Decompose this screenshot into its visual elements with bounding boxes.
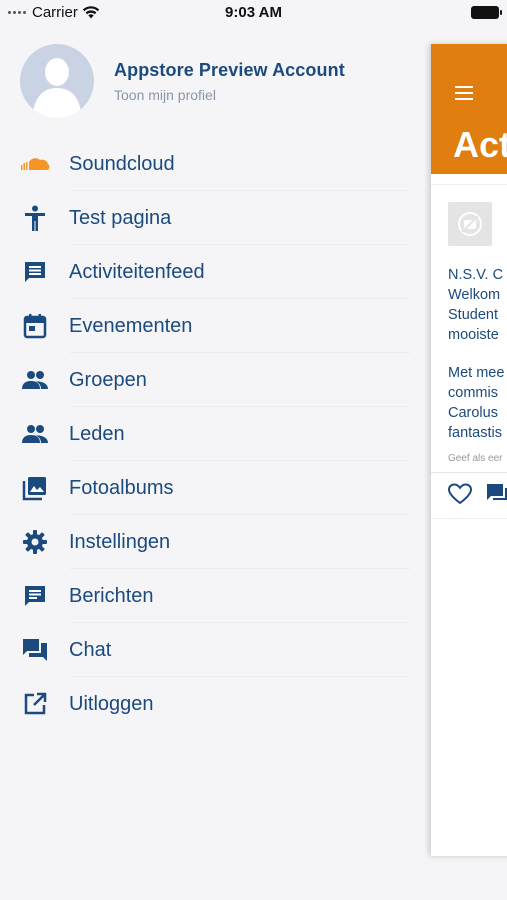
post-text-line: fantastis bbox=[448, 425, 502, 441]
panel-title: Act bbox=[453, 124, 507, 165]
panel-header: Act bbox=[431, 44, 507, 174]
menu-item-leden[interactable]: Leden bbox=[0, 407, 410, 461]
avatar[interactable] bbox=[20, 44, 94, 118]
post-actions bbox=[448, 483, 507, 505]
view-profile-link[interactable]: Toon mijn profiel bbox=[114, 87, 345, 103]
profile-name: Appstore Preview Account bbox=[114, 59, 345, 80]
accessibility-icon bbox=[17, 204, 53, 232]
post-text-line: Student bbox=[448, 307, 498, 323]
hamburger-menu-icon[interactable] bbox=[455, 86, 473, 104]
status-bar: Carrier 9:03 AM bbox=[0, 0, 507, 26]
side-menu: Soundcloud Test pagina Activiteitenfeed bbox=[0, 137, 410, 731]
logout-icon bbox=[17, 690, 53, 718]
menu-label: Leden bbox=[69, 422, 125, 445]
profile-header[interactable]: Appstore Preview Account Toon mijn profi… bbox=[20, 44, 345, 118]
photo-library-icon bbox=[17, 474, 53, 502]
heart-icon[interactable] bbox=[448, 483, 472, 505]
post-text-line: Met mee bbox=[448, 365, 505, 381]
message-icon bbox=[17, 582, 53, 610]
menu-label: Activiteitenfeed bbox=[69, 260, 205, 283]
menu-label: Groepen bbox=[69, 368, 147, 391]
post-text-line: Welkom bbox=[448, 287, 501, 303]
post-text-line: commis bbox=[448, 385, 498, 401]
comment-icon[interactable] bbox=[486, 483, 507, 505]
group-icon bbox=[17, 366, 53, 394]
post-text-line: mooiste bbox=[448, 327, 499, 343]
menu-item-berichten[interactable]: Berichten bbox=[0, 569, 410, 623]
feed-post-card[interactable]: N.S.V. C Welkom Student mooiste Met mee … bbox=[431, 184, 507, 519]
menu-item-soundcloud[interactable]: Soundcloud bbox=[0, 137, 410, 191]
comment-icon bbox=[17, 258, 53, 286]
calendar-icon bbox=[17, 312, 53, 340]
menu-item-activiteitenfeed[interactable]: Activiteitenfeed bbox=[0, 245, 410, 299]
menu-item-instellingen[interactable]: Instellingen bbox=[0, 515, 410, 569]
menu-item-uitloggen[interactable]: Uitloggen bbox=[0, 677, 410, 731]
user-silhouette-icon bbox=[32, 58, 82, 118]
battery-icon bbox=[471, 6, 502, 19]
post-meta: Geef als eer bbox=[448, 453, 503, 464]
chat-icon bbox=[17, 636, 53, 664]
post-text-line: Carolus bbox=[448, 405, 498, 421]
gear-icon bbox=[17, 528, 53, 556]
menu-item-test-pagina[interactable]: Test pagina bbox=[0, 191, 410, 245]
divider bbox=[431, 472, 507, 473]
activity-feed-panel[interactable]: Act N.S.V. C Welkom Student mooiste Met … bbox=[431, 44, 507, 856]
soundcloud-icon bbox=[17, 150, 53, 178]
menu-label: Evenementen bbox=[69, 314, 193, 337]
menu-label: Instellingen bbox=[69, 530, 171, 553]
post-avatar bbox=[448, 202, 492, 246]
menu-label: Uitloggen bbox=[69, 692, 154, 715]
people-icon bbox=[17, 420, 53, 448]
clock: 9:03 AM bbox=[225, 4, 282, 21]
menu-item-groepen[interactable]: Groepen bbox=[0, 353, 410, 407]
post-text-line: N.S.V. C bbox=[448, 267, 504, 283]
menu-item-fotoalbums[interactable]: Fotoalbums bbox=[0, 461, 410, 515]
menu-label: Berichten bbox=[69, 584, 154, 607]
no-image-icon bbox=[458, 212, 482, 236]
menu-label: Chat bbox=[69, 638, 112, 661]
menu-label: Fotoalbums bbox=[69, 476, 174, 499]
menu-item-chat[interactable]: Chat bbox=[0, 623, 410, 677]
menu-item-evenementen[interactable]: Evenementen bbox=[0, 299, 410, 353]
menu-label: Soundcloud bbox=[69, 152, 175, 175]
menu-label: Test pagina bbox=[69, 206, 172, 229]
